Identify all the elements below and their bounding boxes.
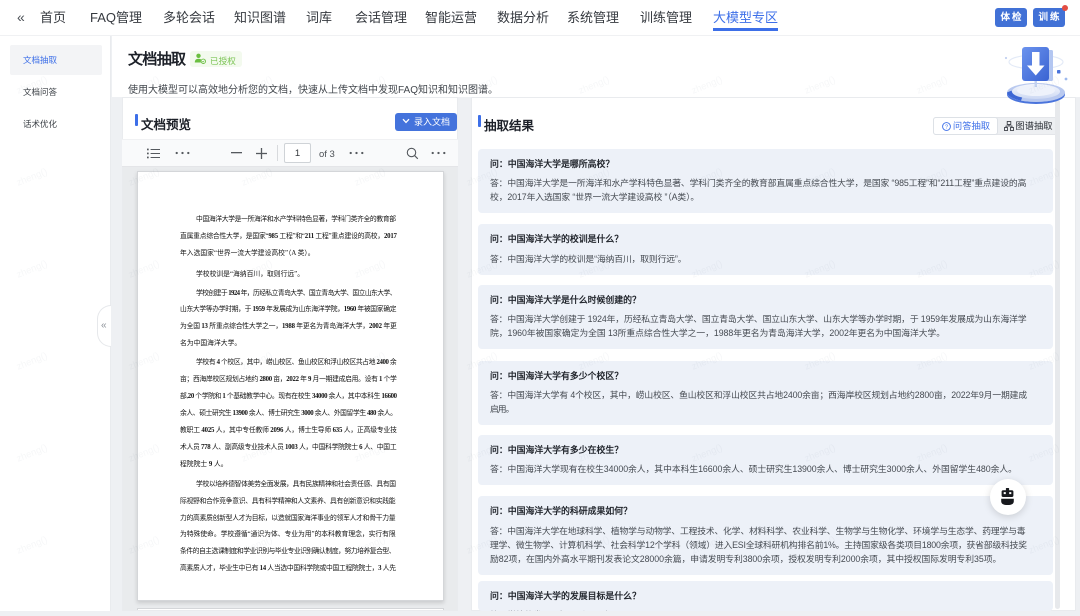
- svg-text:?: ?: [945, 125, 948, 131]
